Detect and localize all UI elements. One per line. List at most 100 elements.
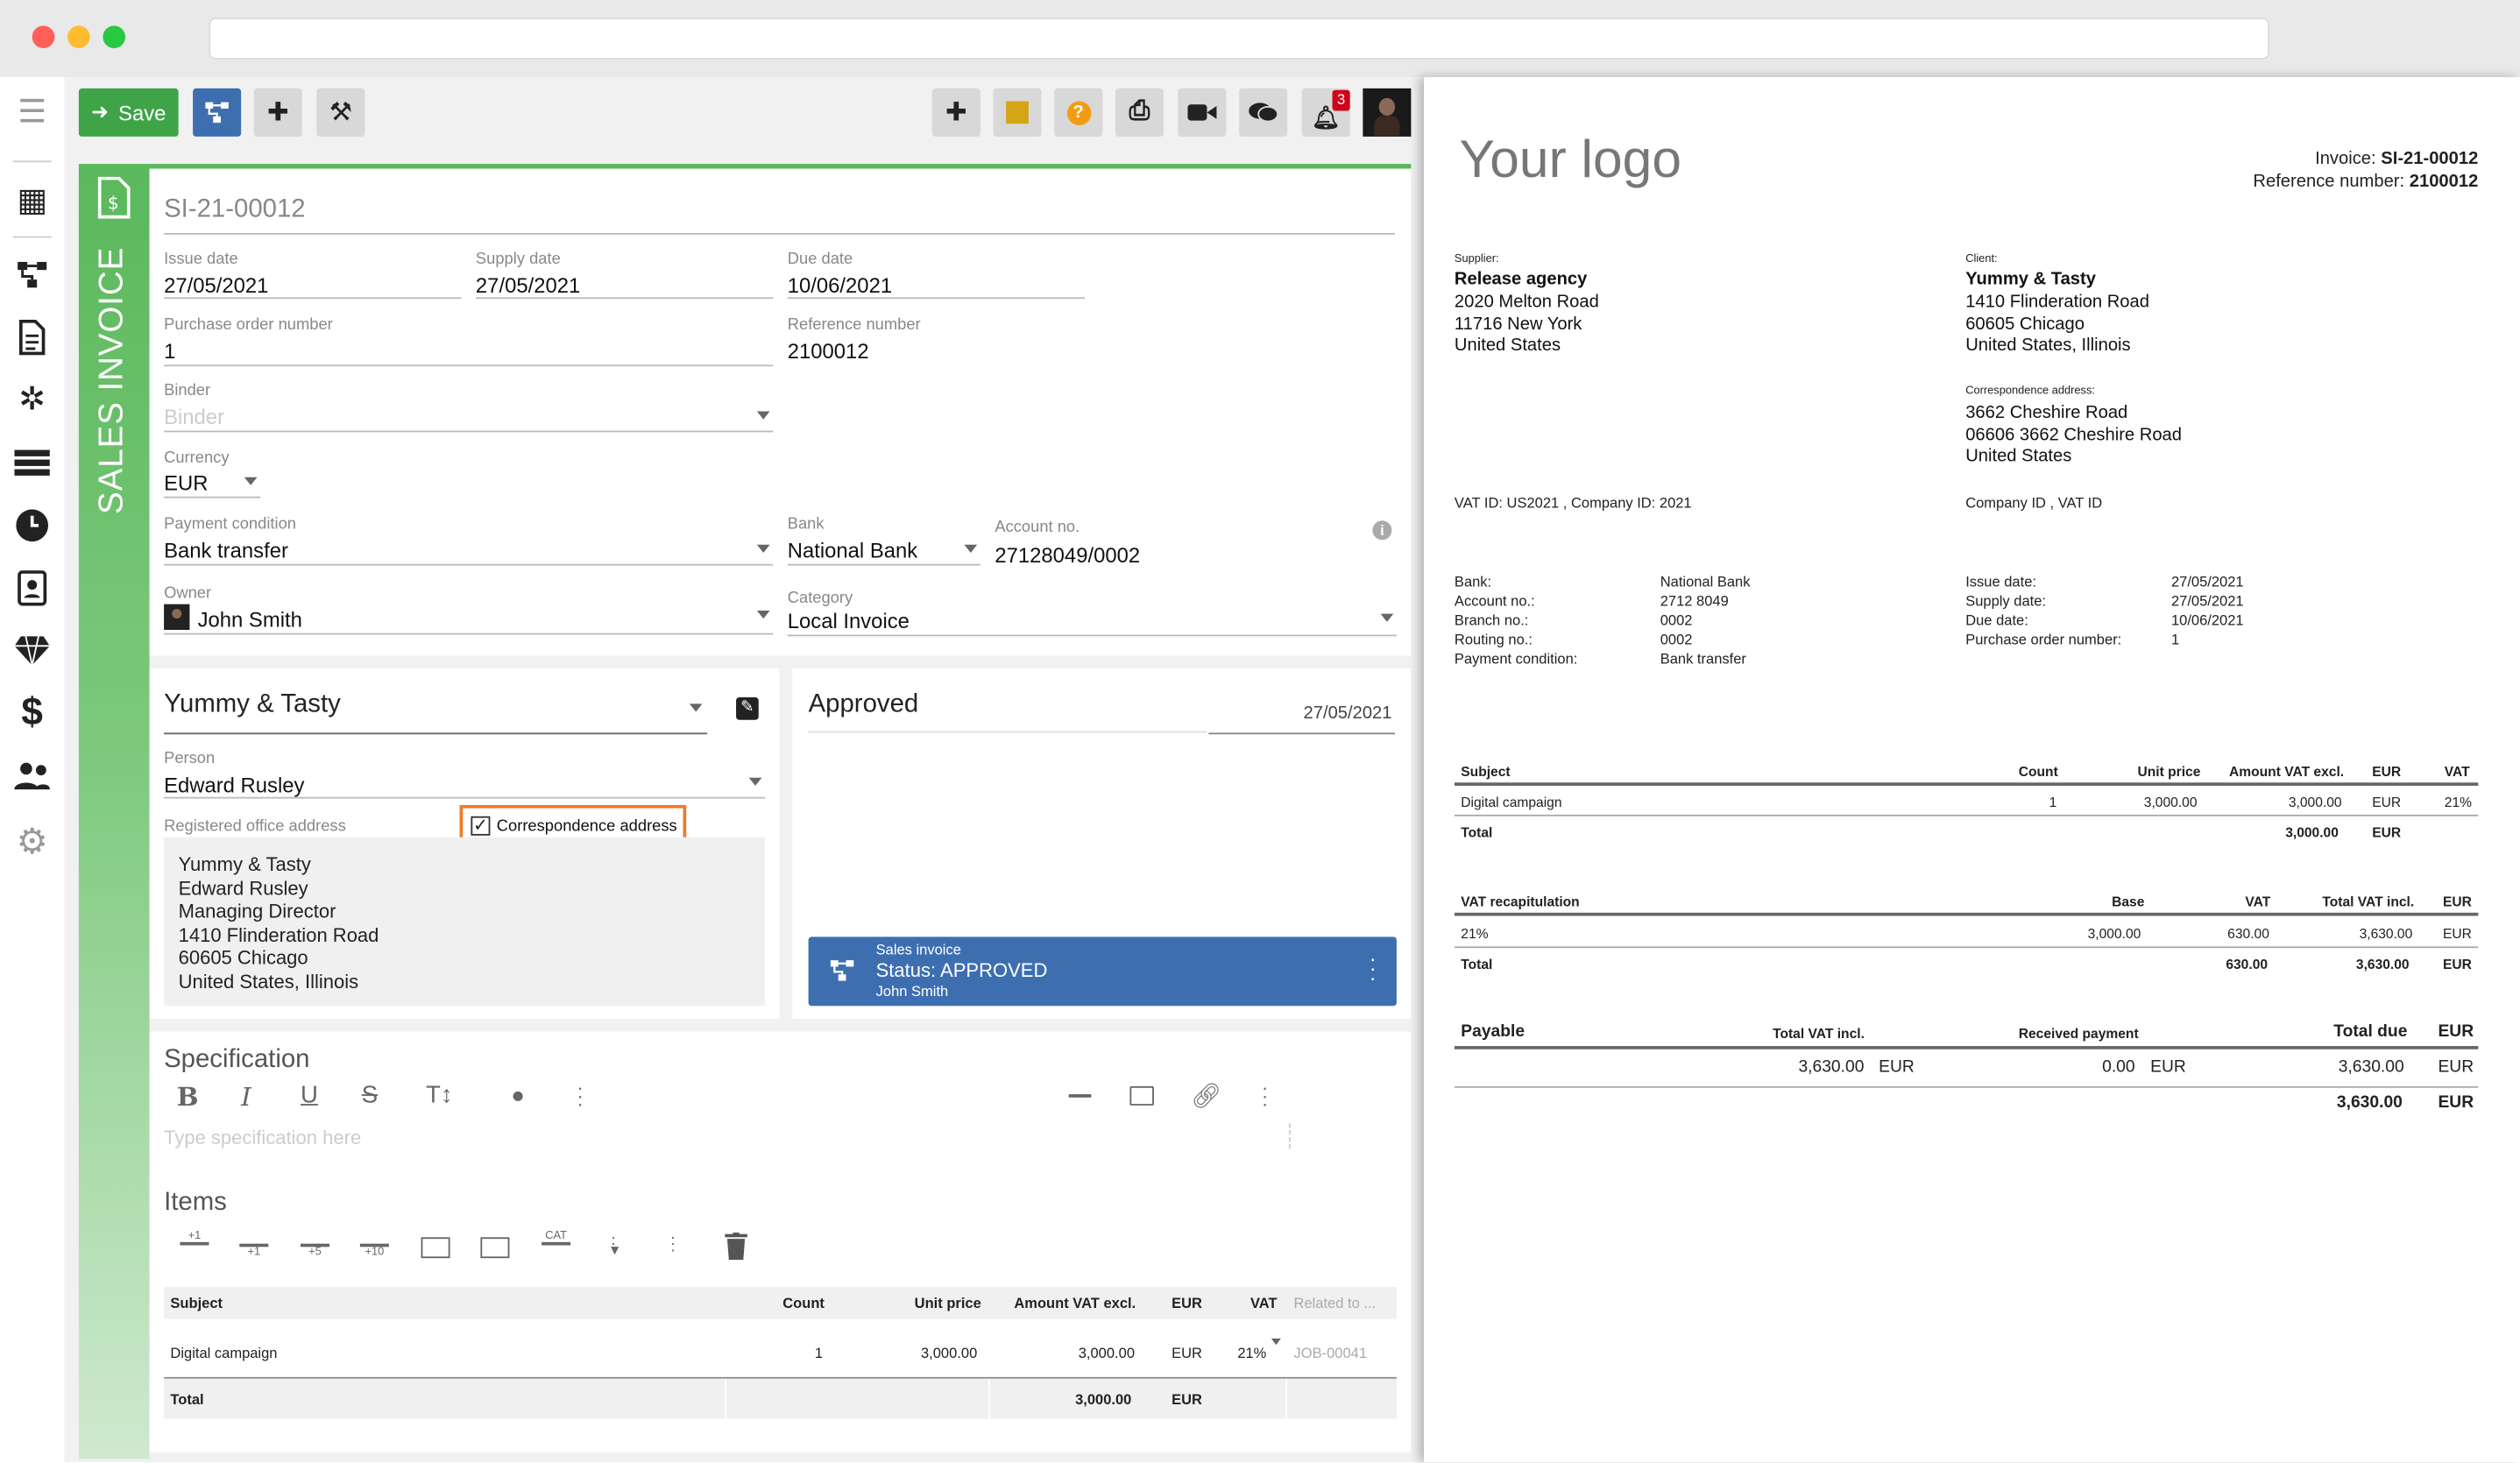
save-button[interactable]: ➜ Save [78, 88, 179, 137]
issue-date-label: Issue date [164, 251, 238, 269]
payment-condition-select[interactable]: Bank transfer [164, 538, 288, 562]
row-unit-price[interactable]: 3,000.00 [921, 1345, 977, 1361]
expand-rows-icon[interactable]: · · ▾ [611, 1230, 619, 1259]
chat-button[interactable] [1239, 88, 1288, 137]
chevron-down-icon[interactable] [756, 544, 770, 553]
purchase-order-field[interactable]: 1 [164, 339, 175, 364]
row-amount: 3,000.00 [1078, 1345, 1136, 1361]
reference-number: 2100012 [2409, 171, 2479, 191]
row-count[interactable]: 1 [815, 1345, 823, 1361]
bank-select[interactable]: National Bank [788, 538, 917, 562]
row-options-icon[interactable]: · · · [670, 1230, 676, 1259]
underline-button[interactable]: U [301, 1081, 318, 1108]
binder-select[interactable]: Binder [164, 405, 224, 429]
trash-icon[interactable] [725, 1232, 747, 1261]
chevron-down-icon[interactable] [756, 610, 770, 619]
user-avatar[interactable] [1363, 88, 1412, 137]
vat-row-currency: EUR [2442, 925, 2472, 942]
more-options-icon[interactable]: · · · [1370, 948, 1377, 988]
correspondence-address-checkbox[interactable]: ✓ [471, 816, 491, 836]
workflow-icon[interactable] [13, 256, 52, 294]
list-icon[interactable] [13, 443, 52, 482]
date-value: 27/05/2021 [2170, 592, 2244, 610]
tools-button[interactable]: ⚒ [316, 88, 365, 137]
add-five-rows-button[interactable]: +5 [300, 1243, 330, 1258]
bold-button[interactable]: B [177, 1081, 199, 1112]
reference-number-field[interactable]: 2100012 [788, 339, 869, 364]
horizontal-rule-icon[interactable] [1068, 1094, 1092, 1098]
col-vat: VAT [1249, 1295, 1278, 1311]
invoice-document-icon: $ [96, 176, 131, 227]
workflow-button[interactable] [193, 88, 242, 137]
insert-image-icon[interactable] [1129, 1085, 1154, 1106]
insert-subtotal-icon[interactable] [480, 1237, 510, 1259]
strikethrough-button[interactable]: S [362, 1081, 378, 1108]
vat-col-currency: EUR [2442, 893, 2472, 910]
info-icon[interactable]: i [1372, 520, 1392, 541]
chevron-down-icon[interactable] [1271, 1338, 1281, 1346]
row-vat-select[interactable]: 21% [1237, 1345, 1266, 1361]
print-button[interactable]: ⎙ [1115, 88, 1164, 137]
header-form-card [149, 168, 1412, 656]
add-row-below-button[interactable]: +1 [239, 1243, 269, 1258]
field-underline [164, 633, 774, 635]
payable-grand-currency: EUR [2438, 1092, 2474, 1113]
minimize-window-button[interactable] [67, 25, 90, 49]
inv-total-currency: EUR [2372, 823, 2402, 841]
insert-link-icon[interactable]: 🔗︎ [1191, 1081, 1221, 1110]
sticky-note-button[interactable] [993, 88, 1042, 137]
tools-icon[interactable]: ✲ [13, 381, 52, 420]
text-color-droplet-icon[interactable]: ● [511, 1081, 525, 1106]
chevron-down-icon[interactable] [748, 777, 762, 786]
create-new-button[interactable]: ✚ [931, 88, 980, 137]
help-button[interactable]: ? [1054, 88, 1103, 137]
italic-button[interactable]: I [241, 1081, 251, 1112]
person-select[interactable]: Edward Rusley [164, 773, 304, 797]
field-underline [1208, 732, 1396, 735]
hamburger-menu-icon[interactable]: ☰ [13, 93, 52, 131]
chevron-down-icon[interactable] [689, 703, 703, 712]
category-select[interactable]: Local Invoice [788, 609, 910, 633]
settings-gear-icon[interactable]: ⚙ [13, 823, 52, 861]
editor-resize-handle[interactable] [1289, 1123, 1291, 1149]
edit-icon[interactable]: ✎ [736, 697, 759, 720]
owner-select[interactable]: John Smith [198, 607, 302, 632]
divider [808, 731, 1207, 733]
more-options-icon[interactable]: · · · [1262, 1078, 1268, 1113]
dollar-icon[interactable]: $ [13, 693, 52, 732]
row-related[interactable]: JOB-00041 [1294, 1345, 1368, 1361]
currency-select[interactable]: EUR [164, 470, 208, 495]
address-bar[interactable] [209, 18, 2269, 60]
diamond-icon[interactable] [13, 632, 52, 670]
supply-date-field[interactable]: 27/05/2021 [476, 273, 580, 298]
video-button[interactable] [1178, 88, 1227, 137]
issue-date-field[interactable]: 27/05/2021 [164, 273, 268, 298]
correspondence-address: 3662 Cheshire Road 06606 3662 Cheshire R… [1965, 403, 2182, 468]
chevron-down-icon[interactable] [756, 411, 770, 420]
chevron-down-icon[interactable] [1380, 613, 1394, 622]
add-row-above-button[interactable]: +1 [180, 1231, 209, 1246]
table-row[interactable] [164, 1332, 1397, 1373]
clock-icon[interactable] [13, 506, 52, 545]
text-size-button[interactable]: T↕ [426, 1081, 453, 1108]
catalog-button[interactable]: CAT [542, 1231, 571, 1246]
contacts-icon[interactable] [13, 569, 52, 607]
users-icon[interactable] [13, 757, 52, 795]
client-name-select[interactable]: Yummy & Tasty [164, 691, 341, 720]
close-window-button[interactable] [32, 25, 55, 49]
nav-divider [12, 160, 52, 163]
payable-due: 3,630.00 [2338, 1057, 2404, 1077]
add-ten-rows-button[interactable]: +10 [359, 1243, 389, 1258]
specification-editor[interactable]: Type specification here [164, 1127, 361, 1149]
maximize-window-button[interactable] [103, 25, 126, 49]
more-formatting-icon[interactable]: · · · [577, 1078, 583, 1113]
insert-product-icon[interactable] [421, 1237, 450, 1259]
row-subject[interactable]: Digital campaign [170, 1345, 277, 1361]
due-date-field[interactable]: 10/06/2021 [788, 273, 892, 298]
apps-grid-icon[interactable]: ▦ [13, 181, 52, 220]
add-button[interactable]: ✚ [253, 88, 302, 137]
chevron-down-icon[interactable] [244, 477, 258, 485]
logo-placeholder: Your logo [1459, 128, 1682, 188]
document-icon[interactable] [13, 318, 52, 357]
chevron-down-icon[interactable] [964, 544, 978, 553]
